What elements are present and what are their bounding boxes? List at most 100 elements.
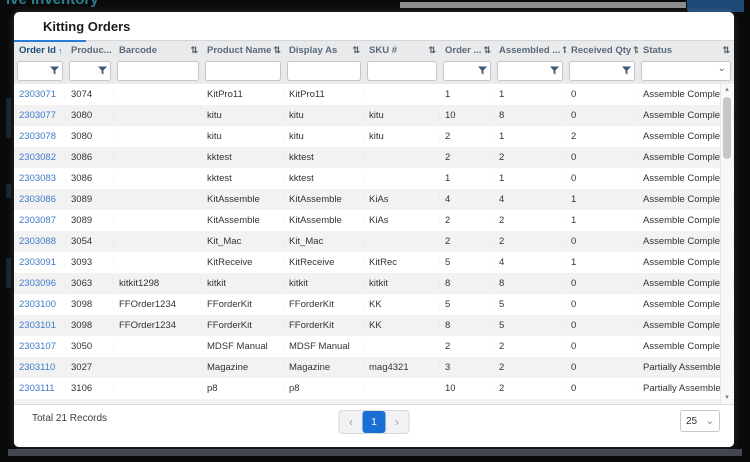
column-header-status[interactable]: Status⇅	[638, 41, 734, 60]
order-id-link[interactable]: 2303100	[14, 299, 66, 310]
column-header-product_name[interactable]: Product Name⇅	[202, 41, 284, 60]
order-id-link[interactable]: 2303111	[14, 383, 66, 394]
cell-sku: kitu	[364, 110, 440, 121]
cell-received_qty: 1	[566, 257, 638, 268]
order-id-link[interactable]: 2303086	[14, 194, 66, 205]
filter-funnel-icon[interactable]	[98, 66, 107, 76]
filter-input-order_id	[17, 61, 63, 81]
orders-grid: Order Id↑Produc...⇅Barcode⇅Product Name⇅…	[14, 40, 734, 404]
page-size-value: 25	[686, 416, 697, 427]
order-id-link[interactable]: 2303091	[14, 257, 66, 268]
cell-order_qty: 5	[440, 299, 494, 310]
cell-sku: KK	[364, 320, 440, 331]
cell-product_id: 3063	[66, 278, 114, 289]
filter-text-input[interactable]	[118, 64, 198, 78]
cell-barcode: kitkit1298	[114, 278, 202, 289]
cell-received_qty: 0	[566, 236, 638, 247]
scroll-up-icon[interactable]: ▴	[721, 84, 733, 96]
filter-text-input[interactable]	[368, 64, 436, 78]
order-id-link[interactable]: 2303087	[14, 215, 66, 226]
cell-display_as: kitkit	[284, 278, 364, 289]
cell-received_qty: 0	[566, 341, 638, 352]
background-toolbar-fragment	[400, 2, 686, 8]
filter-input-product_name	[205, 61, 281, 81]
previous-page-button[interactable]: ‹	[340, 411, 363, 433]
column-header-barcode[interactable]: Barcode⇅	[114, 41, 202, 60]
column-label: Display As	[289, 45, 337, 56]
cell-assembled_qty: 2	[494, 383, 566, 394]
cell-product_id: 3054	[66, 236, 114, 247]
dialog-title: Kitting Orders	[14, 12, 734, 40]
column-header-product_id[interactable]: Produc...⇅	[66, 41, 114, 60]
cell-assembled_qty: 4	[494, 257, 566, 268]
order-id-link[interactable]: 2303077	[14, 110, 66, 121]
cell-order_qty: 8	[440, 320, 494, 331]
column-header-order_qty[interactable]: Order ...⇅	[440, 41, 494, 60]
column-header-order_id[interactable]: Order Id↑	[14, 41, 66, 60]
cell-barcode: FFOrder1234	[114, 299, 202, 310]
cell-display_as: kitu	[284, 110, 364, 121]
cell-product_name: kitu	[202, 131, 284, 142]
sort-icon: ⇅	[722, 45, 730, 56]
order-id-link[interactable]: 2303082	[14, 152, 66, 163]
filter-funnel-icon[interactable]	[478, 66, 487, 76]
pagination: ‹ 1 ›	[339, 410, 410, 434]
order-id-link[interactable]: 2303101	[14, 320, 66, 331]
column-label: SKU #	[369, 45, 397, 56]
cell-order_qty: 2	[440, 215, 494, 226]
current-page-button[interactable]: 1	[363, 411, 386, 433]
filter-funnel-icon[interactable]	[50, 66, 59, 76]
cell-display_as: Magazine	[284, 362, 364, 373]
cell-display_as: Kit_Mac	[284, 236, 364, 247]
column-header-sku[interactable]: SKU #⇅	[364, 41, 440, 60]
cell-product_name: Magazine	[202, 362, 284, 373]
table-row: 23031113106p8p81020Partially Assembled	[14, 378, 734, 399]
scroll-down-icon[interactable]: ▾	[721, 392, 733, 404]
column-label: Produc...	[71, 45, 112, 56]
filter-text-input[interactable]	[206, 64, 280, 78]
sort-icon: ⇅	[483, 45, 491, 56]
page-size-select[interactable]: 25 ⌄	[680, 410, 720, 432]
cell-display_as: FForderKit	[284, 299, 364, 310]
cell-display_as: KitReceive	[284, 257, 364, 268]
cell-sku: KitRec	[364, 257, 440, 268]
header-row: Order Id↑Produc...⇅Barcode⇅Product Name⇅…	[14, 40, 734, 60]
filter-funnel-icon[interactable]	[550, 66, 559, 76]
vertical-scrollbar[interactable]: ▴ ▾	[720, 84, 733, 404]
cell-received_qty: 0	[566, 152, 638, 163]
cell-product_id: 3086	[66, 173, 114, 184]
sort-icon: ⇅	[352, 45, 360, 56]
column-header-assembled_qty[interactable]: Assembled ...⇅	[494, 41, 566, 60]
table-row: 23030883054Kit_MacKit_Mac220Assemble Com…	[14, 231, 734, 252]
cell-display_as: kktest	[284, 152, 364, 163]
order-id-link[interactable]: 2303078	[14, 131, 66, 142]
order-id-link[interactable]: 2303107	[14, 341, 66, 352]
cell-product_id: 3098	[66, 299, 114, 310]
scrollbar-thumb[interactable]	[723, 97, 731, 159]
column-label: Product Name	[207, 45, 271, 56]
next-page-button[interactable]: ›	[386, 411, 409, 433]
filter-funnel-icon[interactable]	[622, 66, 631, 76]
cell-display_as: KitAssemble	[284, 194, 364, 205]
background-bottom-bar-fragment	[8, 449, 742, 456]
cell-product_id: 3106	[66, 383, 114, 394]
column-header-received_qty[interactable]: Received Qty⇅	[566, 41, 638, 60]
order-id-link[interactable]: 2303110	[14, 362, 66, 373]
filter-text-input[interactable]	[288, 64, 360, 78]
order-id-link[interactable]: 2303088	[14, 236, 66, 247]
status-filter-select[interactable]: ⌄	[641, 61, 731, 81]
cell-product_name: MDSF Manual	[202, 341, 284, 352]
cell-product_name: kitu	[202, 110, 284, 121]
column-header-display_as[interactable]: Display As ⇅	[284, 41, 364, 60]
filter-input-order_qty	[443, 61, 491, 81]
chevron-down-icon: ⌄	[718, 63, 726, 74]
cell-sku: mag4321	[364, 362, 440, 373]
filter-input-barcode	[117, 61, 199, 81]
cell-display_as: KitPro11	[284, 89, 364, 100]
cell-product_id: 3027	[66, 362, 114, 373]
order-id-link[interactable]: 2303083	[14, 173, 66, 184]
order-id-link[interactable]: 2303096	[14, 278, 66, 289]
background-sidebar-fragment	[6, 258, 11, 288]
table-row: 23031073050MDSF ManualMDSF Manual220Asse…	[14, 336, 734, 357]
order-id-link[interactable]: 2303071	[14, 89, 66, 100]
